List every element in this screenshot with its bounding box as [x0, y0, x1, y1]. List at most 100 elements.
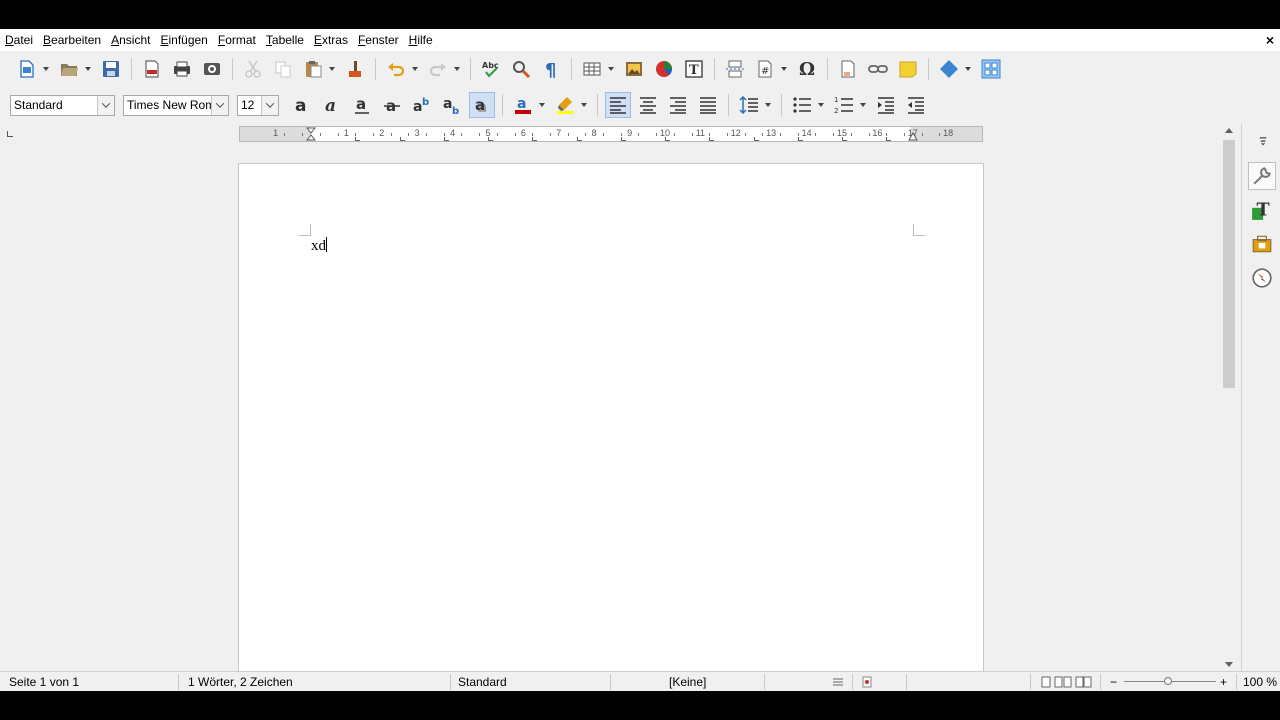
- chevron-down-icon[interactable]: [261, 95, 278, 115]
- tab-stop-selector[interactable]: [7, 131, 13, 137]
- scrollbar-thumb[interactable]: [1223, 140, 1235, 388]
- chevron-down-icon[interactable]: [211, 95, 228, 115]
- increase-indent-button[interactable]: [873, 92, 899, 118]
- highlighting-dropdown[interactable]: [580, 92, 588, 118]
- draw-functions-button[interactable]: [978, 56, 1004, 82]
- right-indent-marker[interactable]: [908, 127, 918, 141]
- bold-button[interactable]: a: [289, 92, 315, 118]
- zoom-slider-thumb[interactable]: [1164, 677, 1172, 685]
- insert-table-dropdown[interactable]: [607, 56, 615, 82]
- text-language[interactable]: [Keine]: [669, 675, 706, 689]
- sidebar-gallery-button[interactable]: [1248, 230, 1276, 258]
- basic-shapes-dropdown[interactable]: [964, 56, 972, 82]
- basic-shapes-button[interactable]: [936, 56, 962, 82]
- insert-field-button[interactable]: #: [752, 56, 778, 82]
- page-style[interactable]: Standard: [458, 675, 507, 689]
- numbered-list-dropdown[interactable]: [859, 92, 867, 118]
- redo-dropdown[interactable]: [453, 56, 461, 82]
- special-character-button[interactable]: Ω: [794, 56, 820, 82]
- redo-button[interactable]: [425, 56, 451, 82]
- sidebar-styles-button[interactable]: T: [1248, 196, 1276, 224]
- clone-formatting-button[interactable]: [342, 56, 368, 82]
- menu-hilfe[interactable]: Hilfe: [404, 29, 438, 51]
- cut-button[interactable]: [240, 56, 266, 82]
- document-page[interactable]: xd: [238, 163, 984, 691]
- selection-mode-icon[interactable]: [832, 676, 844, 688]
- font-size-combo[interactable]: 12: [237, 94, 279, 116]
- bullet-list-button[interactable]: [789, 92, 815, 118]
- italic-button[interactable]: a: [319, 92, 345, 118]
- menu-ansicht[interactable]: Ansicht: [106, 29, 155, 51]
- insert-field-dropdown[interactable]: [780, 56, 788, 82]
- shadow-button[interactable]: aa: [469, 92, 495, 118]
- horizontal-ruler[interactable]: 1123456789101112131415161718: [239, 126, 983, 142]
- save-button[interactable]: [98, 56, 124, 82]
- open-dropdown[interactable]: [84, 56, 92, 82]
- justify-button[interactable]: [695, 92, 721, 118]
- insert-footnote-button[interactable]: [835, 56, 861, 82]
- open-button[interactable]: [56, 56, 82, 82]
- undo-button[interactable]: [383, 56, 409, 82]
- bullet-list-dropdown[interactable]: [817, 92, 825, 118]
- insert-chart-button[interactable]: [651, 56, 677, 82]
- font-name-combo[interactable]: Times New Roman: [123, 94, 229, 116]
- subscript-button[interactable]: ab: [439, 92, 465, 118]
- print-preview-button[interactable]: [199, 56, 225, 82]
- strikethrough-button[interactable]: a: [379, 92, 405, 118]
- formatting-marks-button[interactable]: ¶: [538, 56, 564, 82]
- vertical-scrollbar[interactable]: [1220, 124, 1238, 671]
- menu-bearbeiten[interactable]: Bearbeiten: [38, 29, 106, 51]
- export-pdf-button[interactable]: [139, 56, 165, 82]
- insert-table-button[interactable]: [579, 56, 605, 82]
- document-modified-icon[interactable]: [861, 676, 873, 688]
- scroll-up-icon[interactable]: [1225, 128, 1233, 133]
- chevron-down-icon[interactable]: [97, 95, 114, 115]
- copy-button[interactable]: [270, 56, 296, 82]
- align-right-button[interactable]: [665, 92, 691, 118]
- align-center-button[interactable]: [635, 92, 661, 118]
- print-button[interactable]: [169, 56, 195, 82]
- page-count[interactable]: Seite 1 von 1: [9, 675, 79, 689]
- left-indent-marker[interactable]: [306, 127, 316, 141]
- zoom-in-icon[interactable]: +: [1220, 675, 1227, 689]
- insert-hyperlink-button[interactable]: [865, 56, 891, 82]
- document-body-text[interactable]: xd: [311, 237, 327, 255]
- menu-tabelle[interactable]: Tabelle: [261, 29, 309, 51]
- close-document-icon[interactable]: ×: [1266, 29, 1274, 51]
- menu-datei[interactable]: Datei: [0, 29, 38, 51]
- undo-dropdown[interactable]: [411, 56, 419, 82]
- book-view-icon[interactable]: [1075, 676, 1093, 688]
- zoom-level[interactable]: 100 %: [1243, 675, 1277, 689]
- multi-page-view-icon[interactable]: [1054, 676, 1072, 688]
- scroll-down-icon[interactable]: [1225, 662, 1233, 667]
- line-spacing-button[interactable]: [736, 92, 762, 118]
- decrease-indent-button[interactable]: [903, 92, 929, 118]
- single-page-view-icon[interactable]: [1040, 676, 1052, 688]
- align-left-button[interactable]: [605, 92, 631, 118]
- paste-button[interactable]: [300, 56, 326, 82]
- insert-comment-button[interactable]: [895, 56, 921, 82]
- underline-button[interactable]: a: [349, 92, 375, 118]
- sidebar-menu-button[interactable]: [1248, 126, 1276, 154]
- zoom-out-icon[interactable]: −: [1110, 675, 1117, 689]
- new-document-dropdown[interactable]: [42, 56, 50, 82]
- insert-image-button[interactable]: [621, 56, 647, 82]
- spellcheck-button[interactable]: Abc: [478, 56, 504, 82]
- paragraph-style-combo[interactable]: Standard: [10, 94, 115, 116]
- insert-page-break-button[interactable]: [722, 56, 748, 82]
- numbered-list-button[interactable]: 12: [831, 92, 857, 118]
- new-document-button[interactable]: [14, 56, 40, 82]
- menu-extras[interactable]: Extras: [309, 29, 353, 51]
- sidebar-properties-button[interactable]: [1248, 162, 1276, 190]
- insert-textbox-button[interactable]: T: [681, 56, 707, 82]
- font-color-dropdown[interactable]: [538, 92, 546, 118]
- font-color-button[interactable]: a: [510, 92, 536, 118]
- line-spacing-dropdown[interactable]: [764, 92, 772, 118]
- menu-einfuegen[interactable]: Einfügen: [155, 29, 212, 51]
- word-count[interactable]: 1 Wörter, 2 Zeichen: [188, 675, 293, 689]
- menu-fenster[interactable]: Fenster: [353, 29, 404, 51]
- paste-dropdown[interactable]: [328, 56, 336, 82]
- highlighting-button[interactable]: [552, 92, 578, 118]
- find-replace-button[interactable]: [508, 56, 534, 82]
- menu-format[interactable]: Format: [213, 29, 261, 51]
